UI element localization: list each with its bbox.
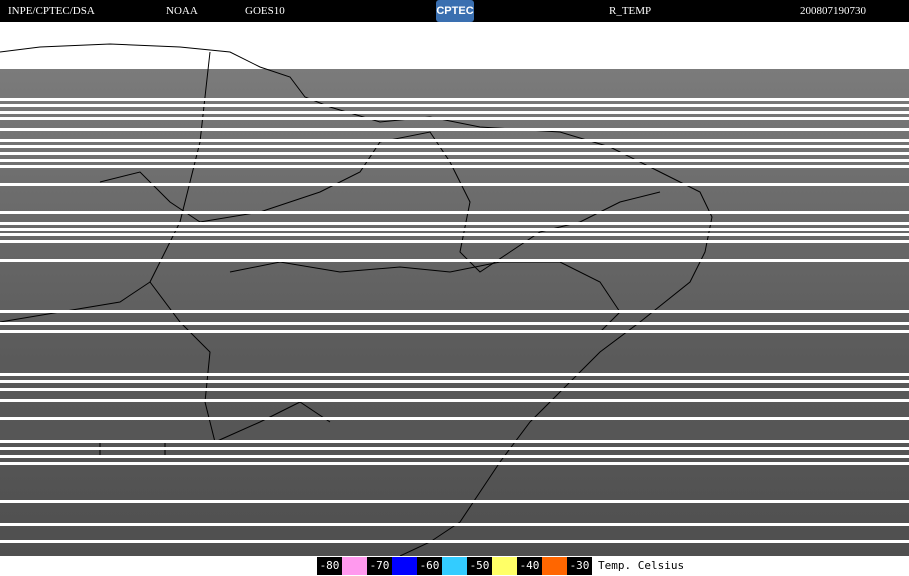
scan-gap-line <box>0 523 909 526</box>
map-borders <box>0 43 713 556</box>
scan-gap-line <box>0 455 909 458</box>
scan-gap-line <box>0 211 909 214</box>
scan-gap-line <box>0 399 909 402</box>
scan-gap-line <box>0 447 909 450</box>
scan-gap-line <box>0 500 909 503</box>
scan-gap-line <box>0 330 909 333</box>
scan-gap-line <box>0 440 909 443</box>
scan-gap-line <box>0 373 909 376</box>
scan-gap-line <box>0 117 909 120</box>
legend-value-label: -40 <box>517 557 542 575</box>
scan-gap-line <box>0 540 909 543</box>
timestamp-label: 200807190730 <box>800 5 866 17</box>
legend-unit-label: Temp. Celsius <box>598 559 685 572</box>
legend-value-label: -30 <box>567 557 592 575</box>
satellite-label: GOES10 <box>245 5 285 17</box>
coastline <box>0 43 713 556</box>
scan-gap-line <box>0 322 909 325</box>
source-label: INPE/CPTEC/DSA <box>8 5 95 17</box>
state-border <box>0 281 151 323</box>
legend-value-label: -80 <box>317 557 342 575</box>
scan-gap-line <box>0 417 909 420</box>
scan-gap-line <box>0 98 909 101</box>
temperature-legend: -80 -70 -60 -50 -40 -30 Temp. Celsius <box>317 557 684 575</box>
legend-color-swatch <box>392 557 417 575</box>
legend-value-label: -50 <box>467 557 492 575</box>
scan-gap-line <box>0 139 909 142</box>
legend-color-swatch <box>542 557 567 575</box>
agency-label: NOAA <box>166 5 198 17</box>
scan-gap-line <box>0 128 909 131</box>
scan-gap-line <box>0 380 909 383</box>
scan-gap-line <box>0 165 909 168</box>
legend-color-swatch <box>492 557 517 575</box>
scan-gap-line <box>0 152 909 155</box>
legend-color-swatch <box>342 557 367 575</box>
scan-gap-line <box>0 233 909 236</box>
legend-value-label: -60 <box>417 557 442 575</box>
product-label: R_TEMP <box>609 5 652 17</box>
cptec-logo: CPTEC <box>436 0 474 22</box>
scan-gap-line <box>0 145 909 148</box>
scan-gap-line <box>0 159 909 162</box>
scan-gap-line <box>0 183 909 186</box>
scan-gap-line <box>0 240 909 243</box>
header-bar: INPE/CPTEC/DSA NOAA GOES10 CPTEC R_TEMP … <box>0 0 909 22</box>
legend-value-label: -70 <box>367 557 392 575</box>
scan-gap-line <box>0 259 909 262</box>
scan-gap-line <box>0 462 909 465</box>
legend-color-swatch <box>442 557 467 575</box>
scan-gap-line <box>0 310 909 313</box>
scan-gap-line <box>0 104 909 107</box>
scan-gap-line <box>0 228 909 231</box>
scan-gap-line <box>0 111 909 114</box>
scan-gap-line <box>0 222 909 225</box>
scan-gap-line <box>0 388 909 391</box>
